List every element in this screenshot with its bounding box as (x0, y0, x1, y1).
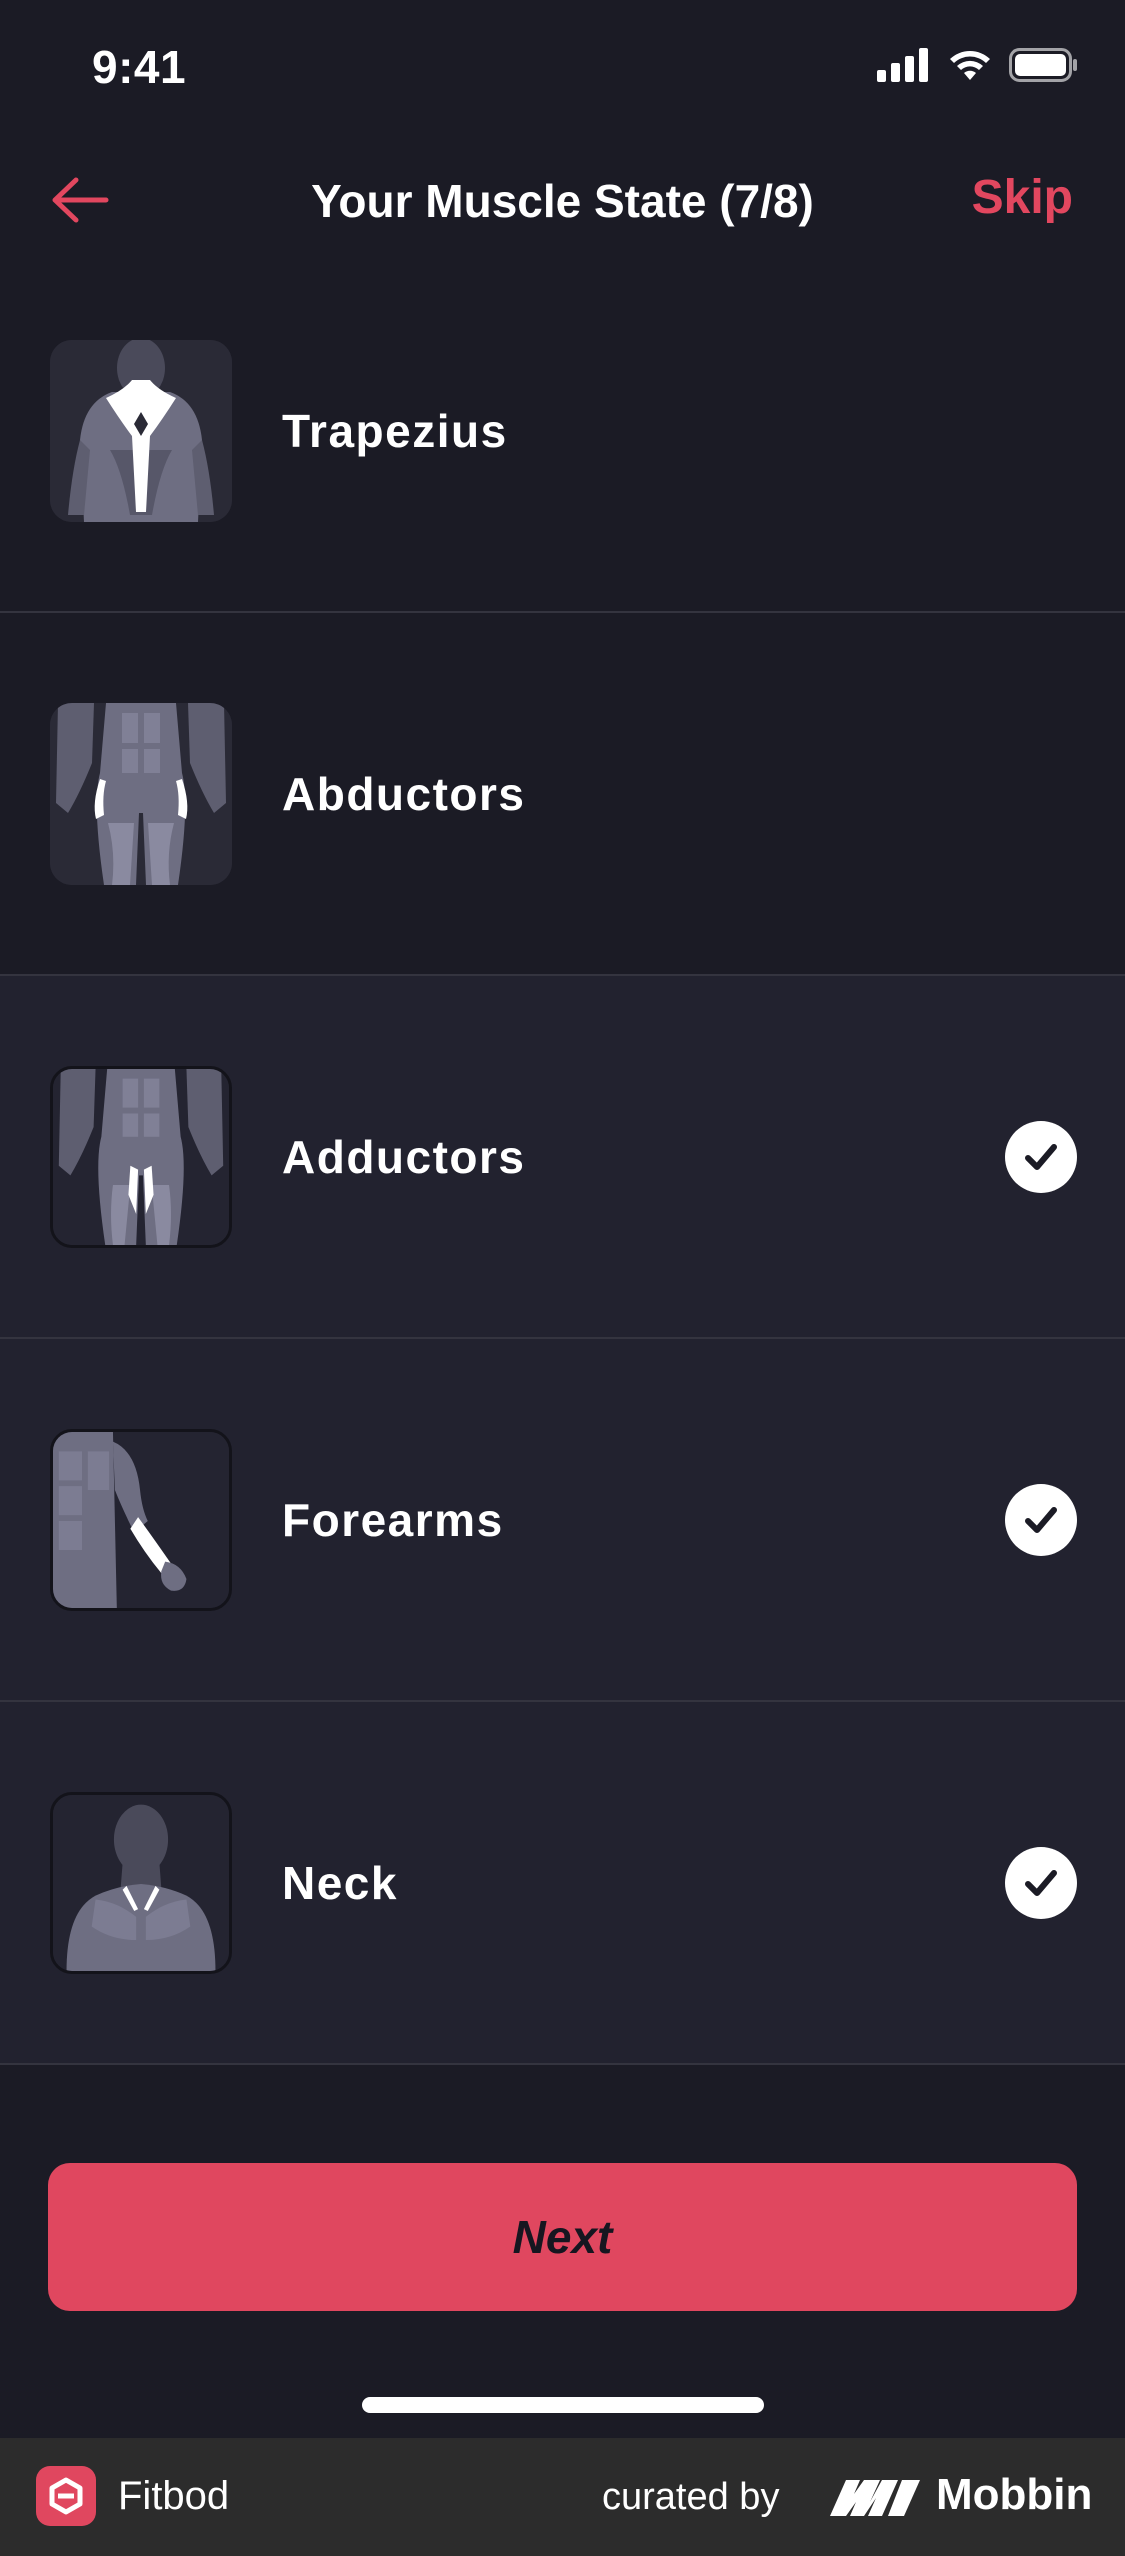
abductors-icon (50, 702, 232, 885)
trapezius-thumbnail (50, 339, 232, 522)
checkmark-icon (1005, 1846, 1077, 1919)
checkmark-icon (1005, 1483, 1077, 1556)
curated-by-text: curated by (602, 2476, 780, 2518)
muscle-row-trapezius[interactable]: Trapezius (0, 250, 1125, 613)
battery-icon (1009, 48, 1077, 82)
muscle-label: Neck (282, 1856, 398, 1909)
fitbod-logo-icon (36, 2466, 96, 2526)
adductors-icon (53, 1068, 229, 1245)
muscle-label: Trapezius (282, 404, 508, 457)
muscle-label: Adductors (282, 1130, 526, 1183)
muscle-label: Forearms (282, 1493, 504, 1546)
neck-icon (53, 1794, 229, 1971)
page-title: Your Muscle State (7/8) (311, 175, 814, 227)
status-bar: 9:41 (0, 0, 1125, 140)
adductors-thumbnail (50, 1065, 232, 1248)
muscle-row-forearms[interactable]: Forearms (0, 1339, 1125, 1702)
home-indicator (362, 2397, 764, 2413)
next-button-label: Next (512, 2211, 613, 2263)
forearms-thumbnail (50, 1428, 232, 1611)
nav-bar: Your Muscle State (7/8) Skip (0, 140, 1125, 260)
wifi-icon (950, 51, 990, 80)
next-button[interactable]: Next (48, 2163, 1077, 2311)
abductors-thumbnail (50, 702, 232, 885)
footer-bar: Fitbod curated by Mobbin (0, 2438, 1125, 2556)
fitbod-app-name: Fitbod (118, 2474, 230, 2518)
muscle-label: Abductors (282, 767, 526, 820)
neck-thumbnail (50, 1791, 232, 1974)
cellular-signal-icon (877, 48, 928, 82)
status-time: 9:41 (92, 41, 187, 93)
forearms-icon (53, 1431, 229, 1608)
muscle-row-abductors[interactable]: Abductors (0, 613, 1125, 976)
status-icons (877, 48, 1079, 82)
skip-button[interactable]: Skip (972, 170, 1073, 225)
mobbin-brand-name: Mobbin (936, 2470, 1093, 2519)
muscle-row-adductors[interactable]: Adductors (0, 976, 1125, 1339)
checkmark-icon (1005, 1120, 1077, 1193)
muscle-row-neck[interactable]: Neck (0, 1702, 1125, 2065)
mobbin-logo-icon (830, 2480, 920, 2516)
muscle-list: Trapezius Abductors Adductors Forearms N… (0, 250, 1125, 2065)
trapezius-icon (50, 339, 232, 522)
screen: 9:41 Your Muscle State (7/8) Skip Trapez… (0, 0, 1125, 2556)
